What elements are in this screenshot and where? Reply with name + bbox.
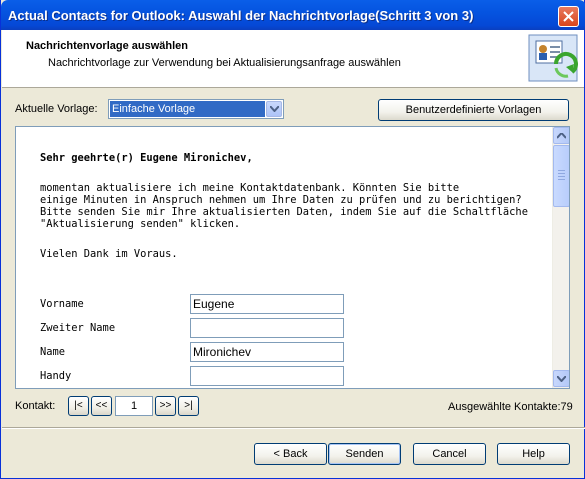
page-title: Nachrichtenvorlage auswählen (26, 40, 188, 52)
message-thanks: Vielen Dank im Voraus. (40, 248, 178, 260)
help-button[interactable]: Help (497, 443, 570, 465)
cancel-button[interactable]: Cancel (413, 443, 486, 465)
scroll-up-button[interactable] (553, 127, 569, 144)
chevron-down-icon[interactable] (266, 101, 282, 117)
name-field[interactable]: Mironichev (190, 342, 344, 362)
page-subtitle: Nachrichtvorlage zur Verwendung bei Aktu… (48, 57, 401, 69)
field-label-name: Name (40, 346, 66, 358)
message-line: momentan aktualisiere ich meine Kontaktd… (40, 182, 460, 194)
message-greeting: Sehr geehrte(r) Eugene Mironichev, (40, 152, 253, 164)
header-panel: Nachrichtenvorlage auswählen Nachrichtvo… (2, 30, 584, 88)
close-button[interactable] (558, 6, 579, 27)
field-label-vorname: Vorname (40, 298, 84, 310)
message-body: momentan aktualisiere ich meine Kontaktd… (40, 182, 528, 230)
next-contact-button[interactable]: >> (155, 396, 176, 416)
custom-templates-button[interactable]: Benutzerdefinierte Vorlagen (378, 99, 569, 121)
message-preview[interactable]: Sehr geehrte(r) Eugene Mironichev, momen… (15, 126, 570, 389)
contact-nav-label: Kontakt: (15, 400, 56, 412)
vorname-field[interactable]: Eugene (190, 294, 344, 314)
title-bar[interactable]: Actual Contacts for Outlook: Auswahl der… (1, 0, 585, 30)
scroll-thumb[interactable] (553, 145, 569, 207)
close-icon (563, 11, 574, 22)
contact-card-refresh-icon (528, 34, 578, 82)
template-label: Aktuelle Vorlage: (15, 103, 98, 115)
send-button[interactable]: Senden (328, 443, 401, 465)
zweiter-name-field[interactable] (190, 318, 344, 338)
previous-contact-button[interactable]: << (91, 396, 112, 416)
dialog-window: Actual Contacts for Outlook: Auswahl der… (0, 0, 585, 479)
message-line: Bitte senden Sie mir Ihre aktualisierten… (40, 206, 528, 218)
handy-field[interactable] (190, 366, 344, 386)
field-label-handy: Handy (40, 370, 72, 382)
chevron-up-icon (557, 133, 566, 139)
vertical-scrollbar[interactable] (552, 127, 569, 388)
message-line: einige Minuten in Anspruch nehmen um Ihr… (40, 194, 522, 206)
footer-divider (2, 427, 585, 429)
chevron-down-icon (557, 376, 566, 382)
last-contact-button[interactable]: >| (178, 396, 199, 416)
message-line: "Aktualisierung senden" klicken. (40, 218, 241, 230)
back-button[interactable]: < Back (254, 443, 327, 465)
field-label-zweiter-name: Zweiter Name (40, 322, 116, 334)
window-title: Actual Contacts for Outlook: Auswahl der… (8, 8, 474, 23)
template-select[interactable]: Einfache Vorlage (108, 99, 284, 119)
template-select-value: Einfache Vorlage (110, 101, 265, 117)
contact-number-field[interactable]: 1 (115, 396, 153, 416)
first-contact-button[interactable]: |< (68, 396, 89, 416)
scroll-down-button[interactable] (553, 370, 569, 387)
selected-contacts-count: Ausgewählte Kontakte:79 (448, 401, 573, 413)
